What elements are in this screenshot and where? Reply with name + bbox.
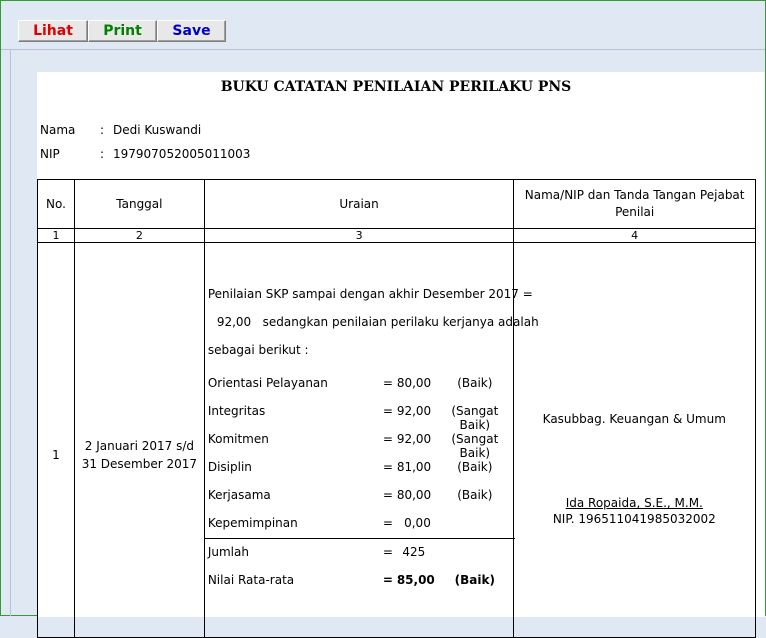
pejabat-nip: NIP. 196511041985032002 (552, 512, 716, 526)
score-value: 92,00 (396, 404, 432, 418)
assessment-table: No. Tanggal Uraian Nama/NIP dan Tanda Ta… (37, 179, 756, 638)
jumlah-label: Jumlah (207, 545, 249, 559)
score-value: 81,00 (396, 460, 432, 474)
col-number: 3 (203, 228, 515, 243)
pejabat-nama: Ida Ropaida, S.E., M.M. (565, 496, 703, 510)
lihat-button[interactable]: Lihat (18, 20, 88, 42)
header-tanggal: Tanggal (73, 179, 205, 229)
score-predicate: (Baik) (457, 488, 493, 502)
left-border (10, 50, 11, 616)
score-name: Komitmen (207, 432, 269, 446)
col-number: 2 (73, 228, 205, 243)
document-page: BUKU CATATAN PENILAIAN PERILAKU PNS Nama… (37, 72, 765, 638)
sum-divider (204, 538, 515, 539)
score-eq: = (382, 488, 393, 502)
score-name: Orientasi Pelayanan (207, 376, 328, 390)
nama-colon: : (100, 123, 105, 137)
score-eq: = (382, 432, 393, 446)
rata-predicate: (Baik) (454, 573, 495, 587)
score-eq: = (382, 516, 393, 530)
pejabat-jabatan: Kasubbag. Keuangan & Umum (542, 412, 726, 426)
row-pejabat: Kasubbag. Keuangan & Umum Ida Ropaida, S… (513, 242, 756, 638)
score-eq: = (382, 376, 393, 390)
app-window: Lihat Print Save BUKU CATATAN PENILAIAN … (0, 0, 766, 638)
table-header-row: No. Tanggal Uraian Nama/NIP dan Tanda Ta… (37, 179, 756, 229)
print-button[interactable]: Print (88, 20, 157, 42)
row-tanggal: 2 Januari 2017 s/d 31 Desember 2017 (73, 242, 205, 638)
rata-eq: = (382, 573, 393, 587)
jumlah-value: 425 (402, 545, 426, 559)
column-number-row: 1 2 3 4 (37, 228, 756, 243)
score-name: Disiplin (207, 460, 252, 474)
nama-value: Dedi Kuswandi (113, 123, 202, 137)
nip-colon: : (100, 147, 105, 161)
score-value: 80,00 (396, 376, 432, 390)
jumlah-eq: = (382, 545, 393, 559)
score-predicate: (Baik) (457, 376, 493, 390)
score-predicate: (Sangat Baik) (451, 404, 499, 432)
toolbar: Lihat Print Save (18, 20, 226, 42)
score-value: 0,00 (404, 516, 431, 530)
nip-value: 197907052005011003 (113, 147, 251, 161)
score-value: 80,00 (396, 488, 432, 502)
rata-label: Nilai Rata-rata (207, 573, 295, 587)
nip-label: NIP (40, 147, 60, 161)
score-name: Kepemimpinan (207, 516, 298, 530)
uraian-intro-line-2: 92,00 sedangkan penilaian perilaku kerja… (216, 315, 539, 329)
score-value: 92,00 (396, 432, 432, 446)
toolbar-divider (1, 49, 765, 50)
score-eq: = (382, 460, 393, 474)
row-uraian: Penilaian SKP sampai dengan akhir Desemb… (203, 242, 539, 638)
col-number: 4 (513, 228, 756, 243)
save-button[interactable]: Save (157, 20, 226, 42)
score-name: Integritas (207, 404, 266, 418)
table-row: 1 2 Januari 2017 s/d 31 Desember 2017 Pe… (37, 242, 756, 638)
uraian-intro-line-1: Penilaian SKP sampai dengan akhir Desemb… (207, 287, 533, 301)
header-pejabat: Nama/NIP dan Tanda Tangan Pejabat Penila… (513, 179, 756, 229)
header-uraian: Uraian (203, 179, 515, 229)
header-no: No. (37, 179, 75, 229)
tanggal-text: 2 Januari 2017 s/d 31 Desember 2017 (81, 438, 198, 471)
col-number: 1 (37, 228, 75, 243)
document-title: BUKU CATATAN PENILAIAN PERILAKU PNS (220, 79, 572, 95)
uraian-intro-line-3: sebagai berikut : (207, 343, 309, 357)
nama-label: Nama (40, 123, 76, 137)
row-no: 1 (37, 242, 75, 638)
rata-value: 85,00 (396, 573, 435, 587)
score-name: Kerjasama (207, 488, 271, 502)
score-eq: = (382, 404, 393, 418)
score-predicate: (Baik) (457, 460, 493, 474)
score-predicate: (Sangat Baik) (451, 432, 499, 460)
